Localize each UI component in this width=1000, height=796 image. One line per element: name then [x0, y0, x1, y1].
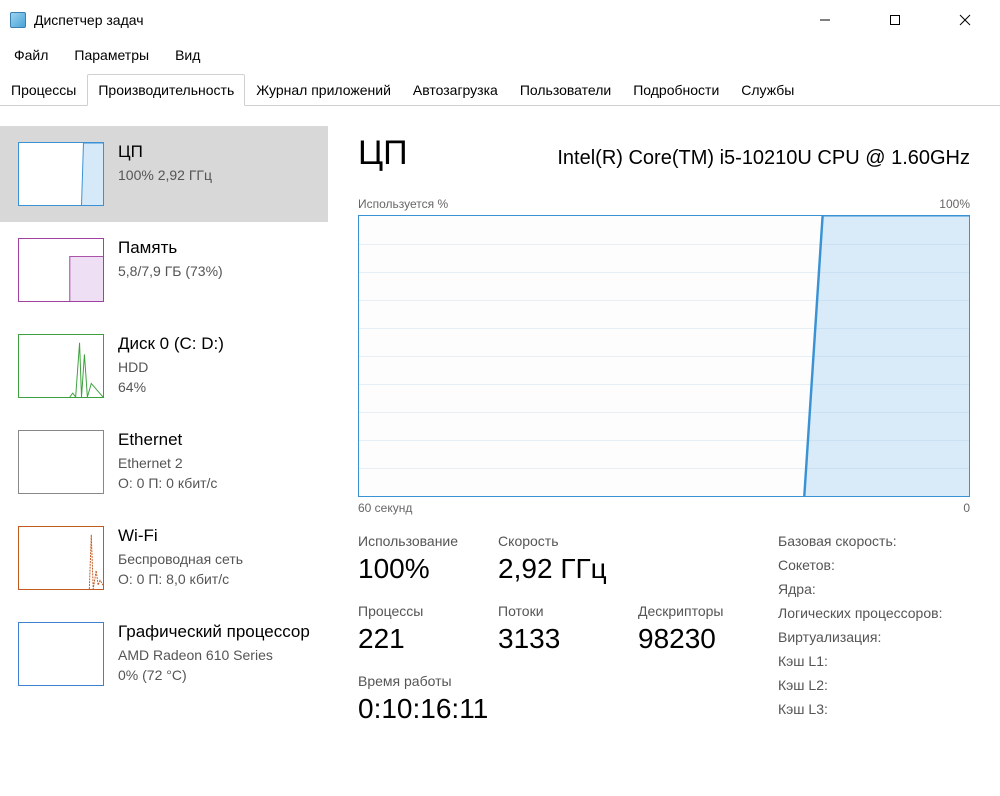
threads-label: Потоки: [498, 603, 598, 619]
kv-logical-k: Логических процессоров:: [778, 605, 942, 621]
sidebar-item-cpu[interactable]: ЦП 100% 2,92 ГГц: [0, 126, 328, 222]
threads-value: 3133: [498, 623, 598, 655]
sidebar-gpu-sub2: 0% (72 °C): [118, 666, 310, 686]
tab-services[interactable]: Службы: [730, 73, 805, 105]
memory-thumb-icon: [18, 238, 104, 302]
tab-startup[interactable]: Автозагрузка: [402, 73, 509, 105]
chart-label-br: 0: [963, 501, 970, 515]
close-button[interactable]: [930, 0, 1000, 40]
titlebar[interactable]: Диспетчер задач: [0, 0, 1000, 40]
menu-view[interactable]: Вид: [171, 45, 204, 65]
sidebar-cpu-sub: 100% 2,92 ГГц: [118, 166, 212, 186]
detail-panel: ЦП Intel(R) Core(TM) i5-10210U CPU @ 1.6…: [328, 106, 1000, 796]
kv-l2-k: Кэш L2:: [778, 677, 828, 693]
sidebar-eth-title: Ethernet: [118, 430, 217, 450]
sidebar-eth-sub2: О: 0 П: 0 кбит/с: [118, 474, 217, 494]
util-value: 100%: [358, 553, 458, 585]
detail-cpu-model: Intel(R) Core(TM) i5-10210U CPU @ 1.60GH…: [557, 147, 970, 170]
tab-apphistory[interactable]: Журнал приложений: [245, 73, 402, 105]
disk-thumb-icon: [18, 334, 104, 398]
sidebar-item-ethernet[interactable]: Ethernet Ethernet 2 О: 0 П: 0 кбит/с: [0, 414, 328, 510]
kv-sockets-k: Сокетов:: [778, 557, 835, 573]
kv-basespeed-k: Базовая скорость:: [778, 533, 897, 549]
tab-details[interactable]: Подробности: [622, 73, 730, 105]
minimize-button[interactable]: [790, 0, 860, 40]
proc-value: 221: [358, 623, 458, 655]
kv-l3-k: Кэш L3:: [778, 701, 828, 717]
kv-cores-k: Ядра:: [778, 581, 816, 597]
maximize-button[interactable]: [860, 0, 930, 40]
handles-value: 98230: [638, 623, 738, 655]
sidebar-gpu-title: Графический процессор 0: [118, 622, 310, 642]
sidebar-mem-title: Память: [118, 238, 223, 258]
tab-processes[interactable]: Процессы: [0, 73, 87, 105]
gpu-thumb-icon: [18, 622, 104, 686]
kv-l1-k: Кэш L1:: [778, 653, 828, 669]
cpu-thumb-icon: [18, 142, 104, 206]
chart-label-bl: 60 секунд: [358, 501, 412, 515]
menu-options[interactable]: Параметры: [70, 45, 153, 65]
sidebar-disk-sub2: 64%: [118, 378, 224, 398]
sidebar-item-gpu[interactable]: Графический процессор 0 AMD Radeon 610 S…: [0, 606, 328, 702]
menu-file[interactable]: Файл: [10, 45, 52, 65]
chart-label-tl: Используется %: [358, 197, 448, 211]
sidebar-disk-sub1: HDD: [118, 358, 224, 378]
ethernet-thumb-icon: [18, 430, 104, 494]
sidebar-mem-sub: 5,8/7,9 ГБ (73%): [118, 262, 223, 282]
util-label: Использование: [358, 533, 458, 549]
sidebar-wifi-sub1: Беспроводная сеть: [118, 550, 243, 570]
wifi-thumb-icon: [18, 526, 104, 590]
app-icon: [10, 12, 26, 28]
sidebar-item-wifi[interactable]: Wi-Fi Беспроводная сеть О: 0 П: 8,0 кбит…: [0, 510, 328, 606]
detail-title: ЦП: [358, 134, 408, 173]
sidebar-item-memory[interactable]: Память 5,8/7,9 ГБ (73%): [0, 222, 328, 318]
proc-label: Процессы: [358, 603, 458, 619]
sidebar-gpu-sub1: AMD Radeon 610 Series: [118, 646, 310, 666]
menubar: Файл Параметры Вид: [0, 40, 1000, 70]
cpu-utilization-chart[interactable]: [358, 215, 970, 497]
sidebar-eth-sub1: Ethernet 2: [118, 454, 217, 474]
speed-label: Скорость: [498, 533, 607, 549]
sidebar-item-disk[interactable]: Диск 0 (C: D:) HDD 64%: [0, 318, 328, 414]
kv-virt-k: Виртуализация:: [778, 629, 881, 645]
sidebar-wifi-title: Wi-Fi: [118, 526, 243, 546]
speed-value: 2,92 ГГц: [498, 553, 607, 585]
uptime-value: 0:10:16:11: [358, 693, 738, 725]
sidebar-disk-title: Диск 0 (C: D:): [118, 334, 224, 354]
sidebar-wifi-sub2: О: 0 П: 8,0 кбит/с: [118, 570, 243, 590]
tab-users[interactable]: Пользователи: [509, 73, 622, 105]
window-title: Диспетчер задач: [34, 12, 144, 28]
handles-label: Дескрипторы: [638, 603, 738, 619]
tabbar: Процессы Производительность Журнал прило…: [0, 70, 1000, 106]
chart-label-tr: 100%: [939, 197, 970, 211]
tab-performance[interactable]: Производительность: [87, 74, 245, 106]
sidebar: ЦП 100% 2,92 ГГц Память 5,8/7,9 ГБ (73%): [0, 106, 328, 796]
sidebar-cpu-title: ЦП: [118, 142, 212, 162]
uptime-label: Время работы: [358, 673, 738, 689]
